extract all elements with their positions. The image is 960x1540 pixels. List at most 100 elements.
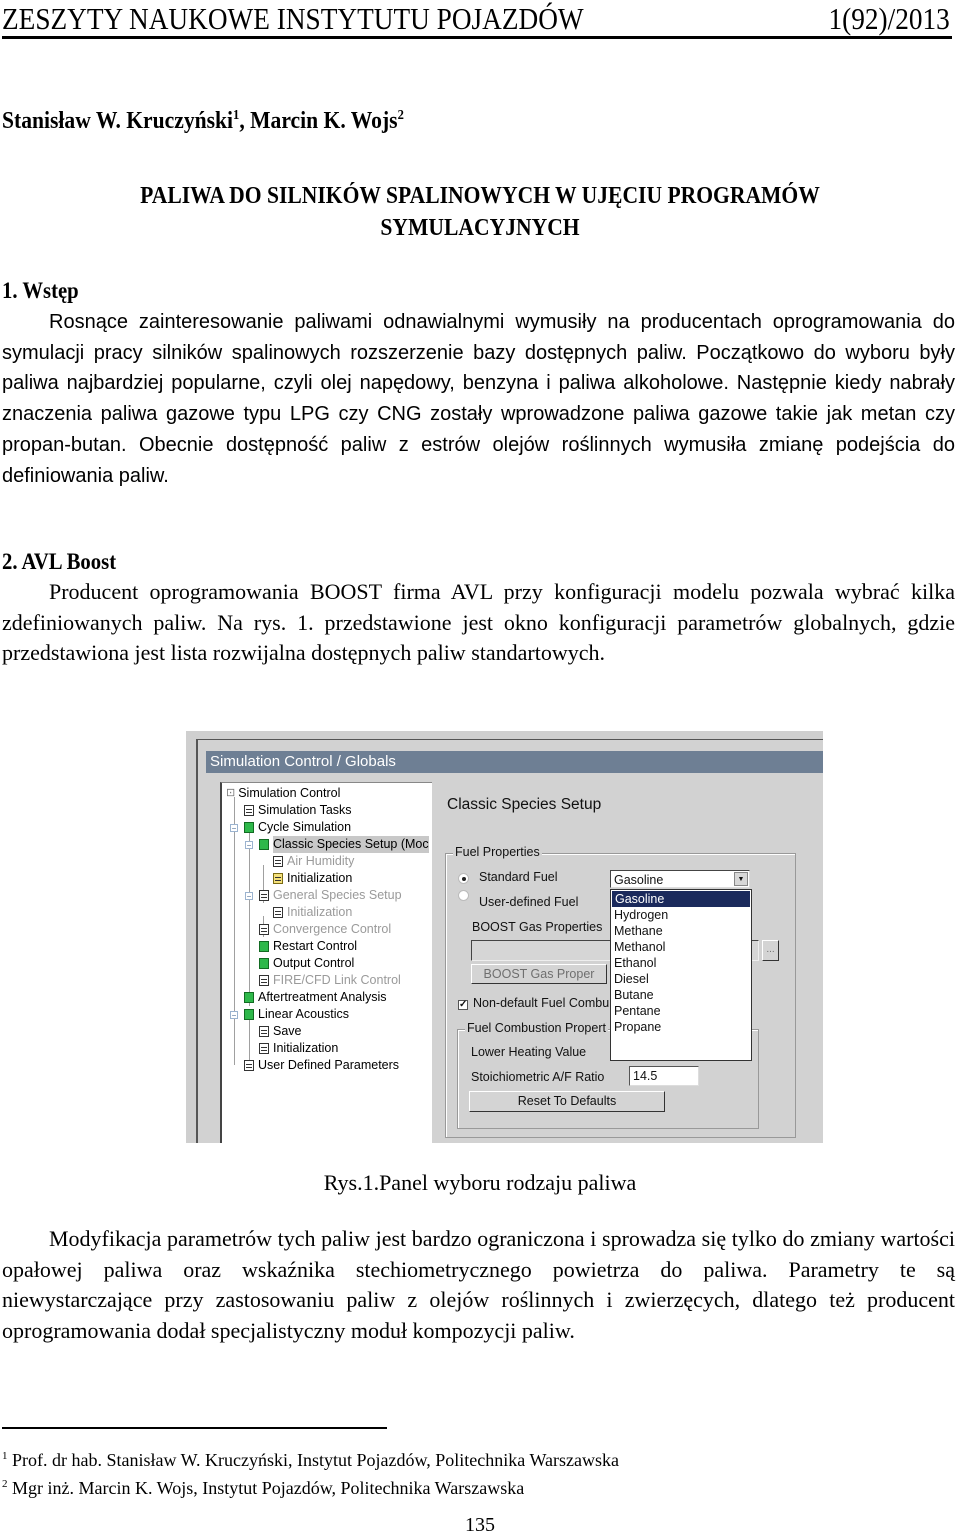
paper-title-line-1: PALIWA DO SILNIKÓW SPALINOWYCH W UJĘCIU … [140,183,820,209]
journal-name: ZESZYTY NAUKOWE INSTYTUTU POJAZDÓW [2,1,584,36]
boost-gas-properties-button[interactable]: BOOST Gas Proper [471,964,607,984]
paper-title: PALIWA DO SILNIKÓW SPALINOWYCH W UJĘCIU … [0,180,960,244]
fuel-option-gasoline[interactable]: Gasoline [612,891,750,907]
green-page-icon [259,958,269,969]
non-default-fuel-combustion-label: Non-default Fuel Combu [473,996,610,1010]
green-page-icon [244,822,254,833]
tree-item-simulation-control[interactable]: ⊡ Simulation Control [226,785,340,802]
tree-item-linear-acoustics[interactable]: − Linear Acoustics [230,1006,349,1023]
yellow-table-icon [273,873,283,884]
stoichiometric-af-ratio-label: Stoichiometric A/F Ratio [471,1070,605,1084]
fuel-option-hydrogen[interactable]: Hydrogen [611,907,751,923]
introduction-paragraph: Rosnące zainteresowanie paliwami odnawia… [2,311,955,487]
collapse-icon[interactable]: − [245,891,253,900]
user-defined-fuel-label: User-defined Fuel [479,895,579,909]
footnote-1: 1 Prof. dr hab. Stanisław W. Kruczyński,… [2,1444,619,1472]
table-icon [273,907,283,918]
authors: Stanisław W. Kruczyński1, Marcin K. Wojs… [2,108,404,135]
table-icon [259,890,269,901]
section-heading-introduction: 1. Wstęp [2,278,79,303]
collapse-icon[interactable]: − [230,823,238,832]
standard-fuel-combo[interactable]: Gasoline ▼ [610,870,750,888]
journal-header: ZESZYTY NAUKOWE INSTYTUTU POJAZDÓW 1(92)… [2,2,952,39]
table-icon [259,1026,269,1037]
footnote-2-text: Mgr inż. Marcin K. Wojs, Instytut Pojazd… [12,1478,525,1498]
page-icon [244,805,254,816]
section-body-avl-boost: Producent oprogramowania BOOST firma AVL… [2,577,955,669]
stoichiometric-af-ratio-field[interactable]: 14.5 [629,1066,699,1086]
collapse-icon[interactable]: − [230,1010,238,1019]
table-icon [259,1043,269,1054]
green-page-icon [259,941,269,952]
footnote-2-mark: 2 [2,1478,8,1490]
fuel-option-butane[interactable]: Butane [611,987,751,1003]
panel-title: Classic Species Setup [447,796,602,813]
chevron-down-icon[interactable]: ▼ [734,872,748,886]
tree-item-convergence-control[interactable]: Convergence Control [259,921,391,938]
footnote-1-mark: 1 [2,1450,8,1462]
classic-species-setup-panel: Classic Species Setup Fuel Properties St… [433,774,823,1143]
page-number: 135 [465,1514,495,1536]
standard-fuel-label: Standard Fuel [479,870,558,884]
fuel-option-diesel[interactable]: Diesel [611,971,751,987]
table-icon [244,1060,254,1071]
avl-boost-paragraph: Producent oprogramowania BOOST firma AVL… [2,579,955,666]
collapse-icon[interactable]: − [245,840,253,849]
author-separator: , [239,108,251,134]
window-title-bar: Simulation Control / Globals [206,751,823,773]
modification-paragraph: Modyfikacja parametrów tych paliw jest b… [2,1226,955,1344]
green-page-icon [244,1009,254,1020]
tree-item-cycle-simulation[interactable]: − Cycle Simulation [230,819,351,836]
tree-item-simulation-tasks[interactable]: Simulation Tasks [244,802,352,819]
tree-item-initialization-acoustics[interactable]: Initialization [259,1040,338,1057]
figure-caption: Rys.1.Panel wyboru rodzaju paliwa [323,1170,637,1195]
paper-title-line-2: SYMULACYJNYCH [380,215,580,241]
tree-item-classic-species-setup[interactable]: − Classic Species Setup (Moc [245,836,429,853]
section-body-introduction: Rosnące zainteresowanie paliwami odnawia… [2,307,955,491]
fuel-option-propane[interactable]: Propane [611,1019,751,1035]
fuel-option-methane[interactable]: Methane [611,923,751,939]
tree-item-output-control[interactable]: Output Control [259,955,354,972]
tree-item-initialization-general[interactable]: Initialization [273,904,352,921]
tree-item-aftertreatment-analysis[interactable]: Aftertreatment Analysis [244,989,387,1006]
author-2: Marcin K. Wojs [250,108,398,134]
fuel-option-ethanol[interactable]: Ethanol [611,955,751,971]
fuel-combustion-properties-legend: Fuel Combustion Propert [465,1021,608,1035]
tree-item-fire-cfd-link-control[interactable]: FIRE/CFD Link Control [259,972,401,989]
navigation-tree: ⊡ Simulation Control Simulation Tasks − … [220,782,432,1143]
footnotes: 1 Prof. dr hab. Stanisław W. Kruczyński,… [2,1444,619,1500]
tree-root-icon: ⊡ [226,787,236,799]
simulation-control-window: Simulation Control / Globals ⊡ Simulatio… [196,739,823,1143]
non-default-fuel-combustion-checkbox[interactable]: ✓ [458,1000,468,1010]
figure-screenshot: Simulation Control / Globals ⊡ Simulatio… [186,731,823,1143]
standard-fuel-combo-value: Gasoline [614,873,664,887]
fuel-properties-legend: Fuel Properties [453,845,542,859]
user-defined-fuel-radio[interactable] [458,890,469,901]
footnote-2: 2 Mgr inż. Marcin K. Wojs, Instytut Poja… [2,1472,619,1500]
fuel-dropdown-list: Gasoline Hydrogen Methane Methanol Ethan… [610,889,752,1061]
section-body-modification: Modyfikacja parametrów tych paliw jest b… [2,1224,955,1347]
lower-heating-value-label: Lower Heating Value [471,1045,587,1059]
boost-gas-properties-label: BOOST Gas Properties [472,920,603,934]
footnote-divider [2,1427,387,1429]
fuel-option-pentane[interactable]: Pentane [611,1003,751,1019]
tree-item-initialization-classic[interactable]: Initialization [273,870,352,887]
author-2-footnote-mark: 2 [397,108,404,123]
page-icon [273,856,283,867]
reset-to-defaults-button[interactable]: Reset To Defaults [469,1091,665,1112]
footnote-1-text: Prof. dr hab. Stanisław W. Kruczyński, I… [12,1450,619,1470]
browse-button[interactable]: ... [762,940,779,961]
author-1: Stanisław W. Kruczyński [2,108,234,134]
tree-item-user-defined-parameters[interactable]: User Defined Parameters [244,1057,399,1074]
tree-item-save[interactable]: Save [259,1023,302,1040]
table-icon [259,924,269,935]
section-heading-avl-boost: 2. AVL Boost [2,549,117,574]
tree-item-air-humidity[interactable]: Air Humidity [273,853,354,870]
green-page-icon [244,992,254,1003]
tree-item-restart-control[interactable]: Restart Control [259,938,357,955]
green-page-icon [259,839,269,850]
tree-item-general-species-setup[interactable]: − General Species Setup [245,887,402,904]
fuel-option-methanol[interactable]: Methanol [611,939,751,955]
journal-issue: 1(92)/2013 [828,1,950,36]
standard-fuel-radio[interactable] [458,873,469,884]
